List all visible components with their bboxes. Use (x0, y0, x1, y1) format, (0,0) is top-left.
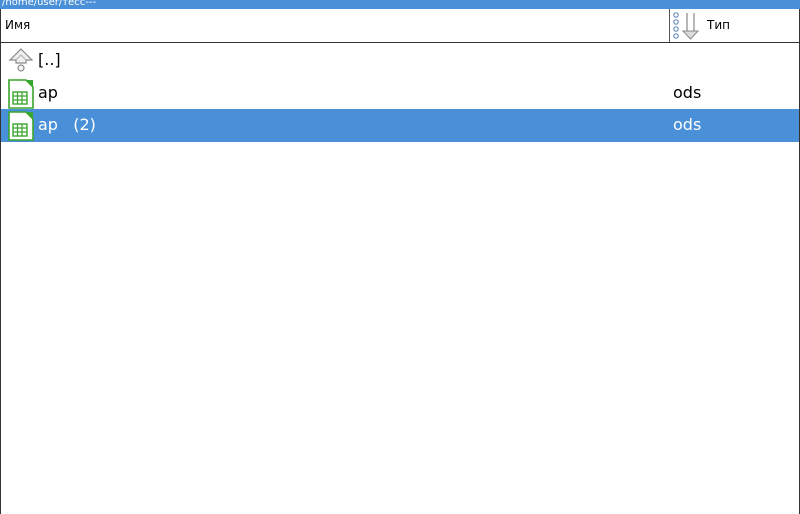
current-path: /home/user/тесс--- (2, 0, 97, 8)
list-item-parent[interactable]: [..] (1, 44, 799, 77)
column-type-label: Тип (707, 18, 730, 32)
column-name-header[interactable]: Имя (5, 18, 30, 32)
list-item-file[interactable]: ар ods (1, 77, 799, 110)
column-header: Имя Тип (0, 9, 800, 43)
file-list: [..] ар ods ар (2) ods (0, 43, 800, 514)
list-item-file-selected[interactable]: ар (2) ods (1, 109, 799, 142)
file-panel: /home/user/тесс--- Имя Тип [..] ар ods а… (0, 0, 800, 514)
file-type: ods (673, 115, 702, 134)
file-type: ods (673, 83, 702, 102)
sort-descending-icon (673, 12, 700, 40)
spreadsheet-file-icon (8, 111, 34, 141)
spreadsheet-file-icon (8, 79, 34, 109)
file-name: [..] (38, 50, 61, 69)
path-bar: /home/user/тесс--- (0, 0, 800, 9)
column-type-header[interactable]: Тип (669, 9, 800, 42)
file-name: ар (2) (38, 115, 96, 134)
parent-folder-icon (8, 48, 34, 72)
file-name: ар (38, 83, 58, 102)
